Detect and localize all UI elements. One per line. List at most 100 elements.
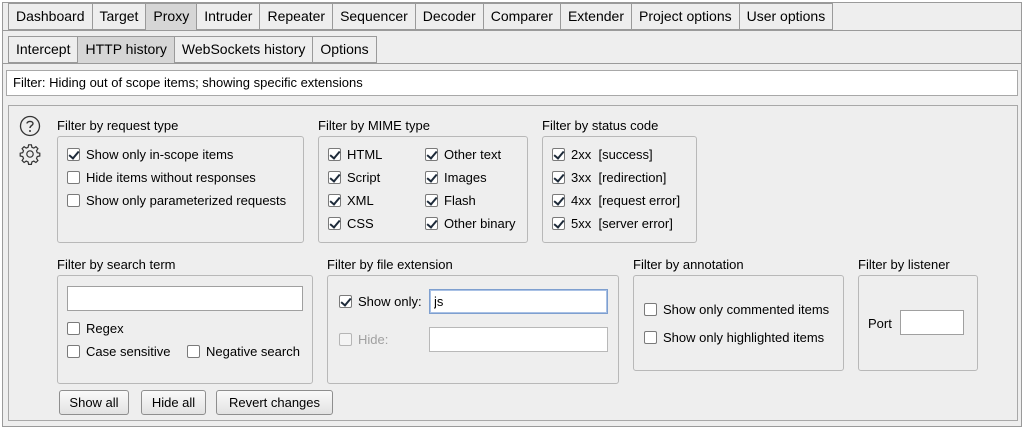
- request-type-group: Filter by request type Show only in-scop…: [57, 118, 304, 243]
- status-code-group: Filter by status code 2xx [success] 3xx …: [542, 118, 697, 243]
- checkbox-label: Script: [347, 170, 381, 185]
- mime-css-checkbox[interactable]: CSS: [328, 216, 374, 231]
- tab-sequencer[interactable]: Sequencer: [333, 3, 416, 30]
- checkbox-label: Case sensitive: [86, 344, 171, 359]
- checkbox-icon: [339, 295, 352, 308]
- hide-all-button[interactable]: Hide all: [141, 390, 206, 415]
- checkbox-label: Images: [444, 170, 487, 185]
- checkbox-icon: [328, 171, 341, 184]
- port-input[interactable]: [900, 310, 964, 335]
- case-sensitive-checkbox[interactable]: Case sensitive: [67, 344, 171, 359]
- checkbox-label: 5xx [server error]: [571, 216, 673, 231]
- checkbox-label: Hide items without responses: [86, 170, 256, 185]
- tab-user-options[interactable]: User options: [739, 3, 834, 30]
- tab-proxy[interactable]: Proxy: [146, 3, 198, 31]
- tab-options[interactable]: Options: [313, 36, 377, 63]
- mime-flash-checkbox[interactable]: Flash: [425, 193, 476, 208]
- checkbox-icon: [328, 194, 341, 207]
- status-2xx-checkbox[interactable]: 2xx [success]: [552, 147, 653, 162]
- show-all-button[interactable]: Show all: [59, 390, 129, 415]
- mime-html-checkbox[interactable]: HTML: [328, 147, 382, 162]
- checkbox-icon: [644, 331, 657, 344]
- tab-http-history[interactable]: HTTP history: [78, 36, 175, 64]
- highlighted-checkbox[interactable]: Show only highlighted items: [644, 330, 824, 345]
- search-term-title: Filter by search term: [57, 257, 176, 272]
- hide-no-responses-checkbox[interactable]: Hide items without responses: [67, 170, 256, 185]
- port-label: Port: [868, 316, 892, 331]
- checkbox-label: 2xx [success]: [571, 147, 653, 162]
- mime-other-text-checkbox[interactable]: Other text: [425, 147, 501, 162]
- hide-ext-input[interactable]: [429, 327, 608, 352]
- checkbox-icon: [67, 345, 80, 358]
- search-term-box: Regex Case sensitive Negative search: [57, 275, 313, 384]
- show-only-ext-input[interactable]: [429, 289, 608, 314]
- mime-other-binary-checkbox[interactable]: Other binary: [425, 216, 516, 231]
- checkbox-label: Show only highlighted items: [663, 330, 825, 345]
- help-icon[interactable]: [19, 115, 41, 137]
- listener-box: Port: [858, 275, 978, 371]
- show-only-ext-checkbox[interactable]: Show only:: [339, 294, 422, 309]
- checkbox-icon: [67, 171, 80, 184]
- status-code-box: 2xx [success] 3xx [redirection] 4xx [req…: [542, 136, 697, 243]
- tab-comparer[interactable]: Comparer: [483, 3, 561, 30]
- checkbox-label: XML: [347, 193, 374, 208]
- gear-icon[interactable]: [19, 143, 41, 165]
- main-tab-bar: Dashboard Target Proxy Intruder Repeater…: [8, 3, 834, 31]
- checkbox-label: Other binary: [444, 216, 516, 231]
- mime-type-box: HTML Other text Script Images XML Flash …: [318, 136, 528, 243]
- checkbox-label: Hide:: [358, 332, 389, 347]
- mime-images-checkbox[interactable]: Images: [425, 170, 487, 185]
- tab-target[interactable]: Target: [92, 3, 147, 30]
- filter-panel: Filter by request type Show only in-scop…: [8, 105, 1018, 421]
- status-code-title: Filter by status code: [542, 118, 659, 133]
- hide-ext-checkbox[interactable]: Hide:: [339, 332, 388, 347]
- tab-intruder[interactable]: Intruder: [197, 3, 261, 30]
- checkbox-icon: [67, 148, 80, 161]
- tab-decoder[interactable]: Decoder: [415, 3, 484, 30]
- checkbox-icon: [339, 333, 352, 346]
- checkbox-icon: [552, 217, 565, 230]
- commented-checkbox[interactable]: Show only commented items: [644, 302, 829, 317]
- parameterized-checkbox[interactable]: Show only parameterized requests: [67, 193, 286, 208]
- request-type-title: Filter by request type: [57, 118, 179, 133]
- checkbox-label: 4xx [request error]: [571, 193, 681, 208]
- checkbox-label: Show only commented items: [663, 302, 830, 317]
- tab-repeater[interactable]: Repeater: [260, 3, 334, 30]
- search-term-input[interactable]: [67, 286, 303, 311]
- checkbox-label: Flash: [444, 193, 476, 208]
- tab-divider: [2, 30, 1022, 31]
- checkbox-icon: [328, 217, 341, 230]
- checkbox-icon: [552, 171, 565, 184]
- filter-bar[interactable]: Filter: Hiding out of scope items; showi…: [6, 70, 1018, 96]
- tab-dashboard[interactable]: Dashboard: [8, 3, 93, 30]
- tab-intercept[interactable]: Intercept: [8, 36, 79, 63]
- subtab-divider: [2, 63, 1022, 64]
- annotation-group: Filter by annotation Show only commented…: [633, 257, 844, 371]
- search-term-group: Filter by search term Regex Case sensiti…: [57, 257, 313, 384]
- status-4xx-checkbox[interactable]: 4xx [request error]: [552, 193, 680, 208]
- status-5xx-checkbox[interactable]: 5xx [server error]: [552, 216, 673, 231]
- revert-changes-button[interactable]: Revert changes: [216, 390, 333, 415]
- negative-search-checkbox[interactable]: Negative search: [187, 344, 300, 359]
- checkbox-label: Show only in-scope items: [86, 147, 234, 162]
- checkbox-label: Other text: [444, 147, 502, 162]
- tab-extender[interactable]: Extender: [560, 3, 632, 30]
- mime-script-checkbox[interactable]: Script: [328, 170, 380, 185]
- checkbox-icon: [425, 194, 438, 207]
- checkbox-icon: [67, 194, 80, 207]
- checkbox-label: CSS: [347, 216, 374, 231]
- tab-project-options[interactable]: Project options: [632, 3, 740, 30]
- file-extension-title: Filter by file extension: [327, 257, 453, 272]
- proxy-tab-bar: Intercept HTTP history WebSockets histor…: [8, 36, 377, 64]
- show-in-scope-checkbox[interactable]: Show only in-scope items: [67, 147, 233, 162]
- tab-websockets-history[interactable]: WebSockets history: [174, 36, 314, 63]
- checkbox-label: Show only parameterized requests: [86, 193, 287, 208]
- checkbox-label: 3xx [redirection]: [571, 170, 667, 185]
- checkbox-icon: [552, 194, 565, 207]
- regex-checkbox[interactable]: Regex: [67, 321, 124, 336]
- mime-type-title: Filter by MIME type: [318, 118, 430, 133]
- checkbox-icon: [425, 171, 438, 184]
- status-3xx-checkbox[interactable]: 3xx [redirection]: [552, 170, 666, 185]
- mime-xml-checkbox[interactable]: XML: [328, 193, 374, 208]
- checkbox-label: Regex: [86, 321, 124, 336]
